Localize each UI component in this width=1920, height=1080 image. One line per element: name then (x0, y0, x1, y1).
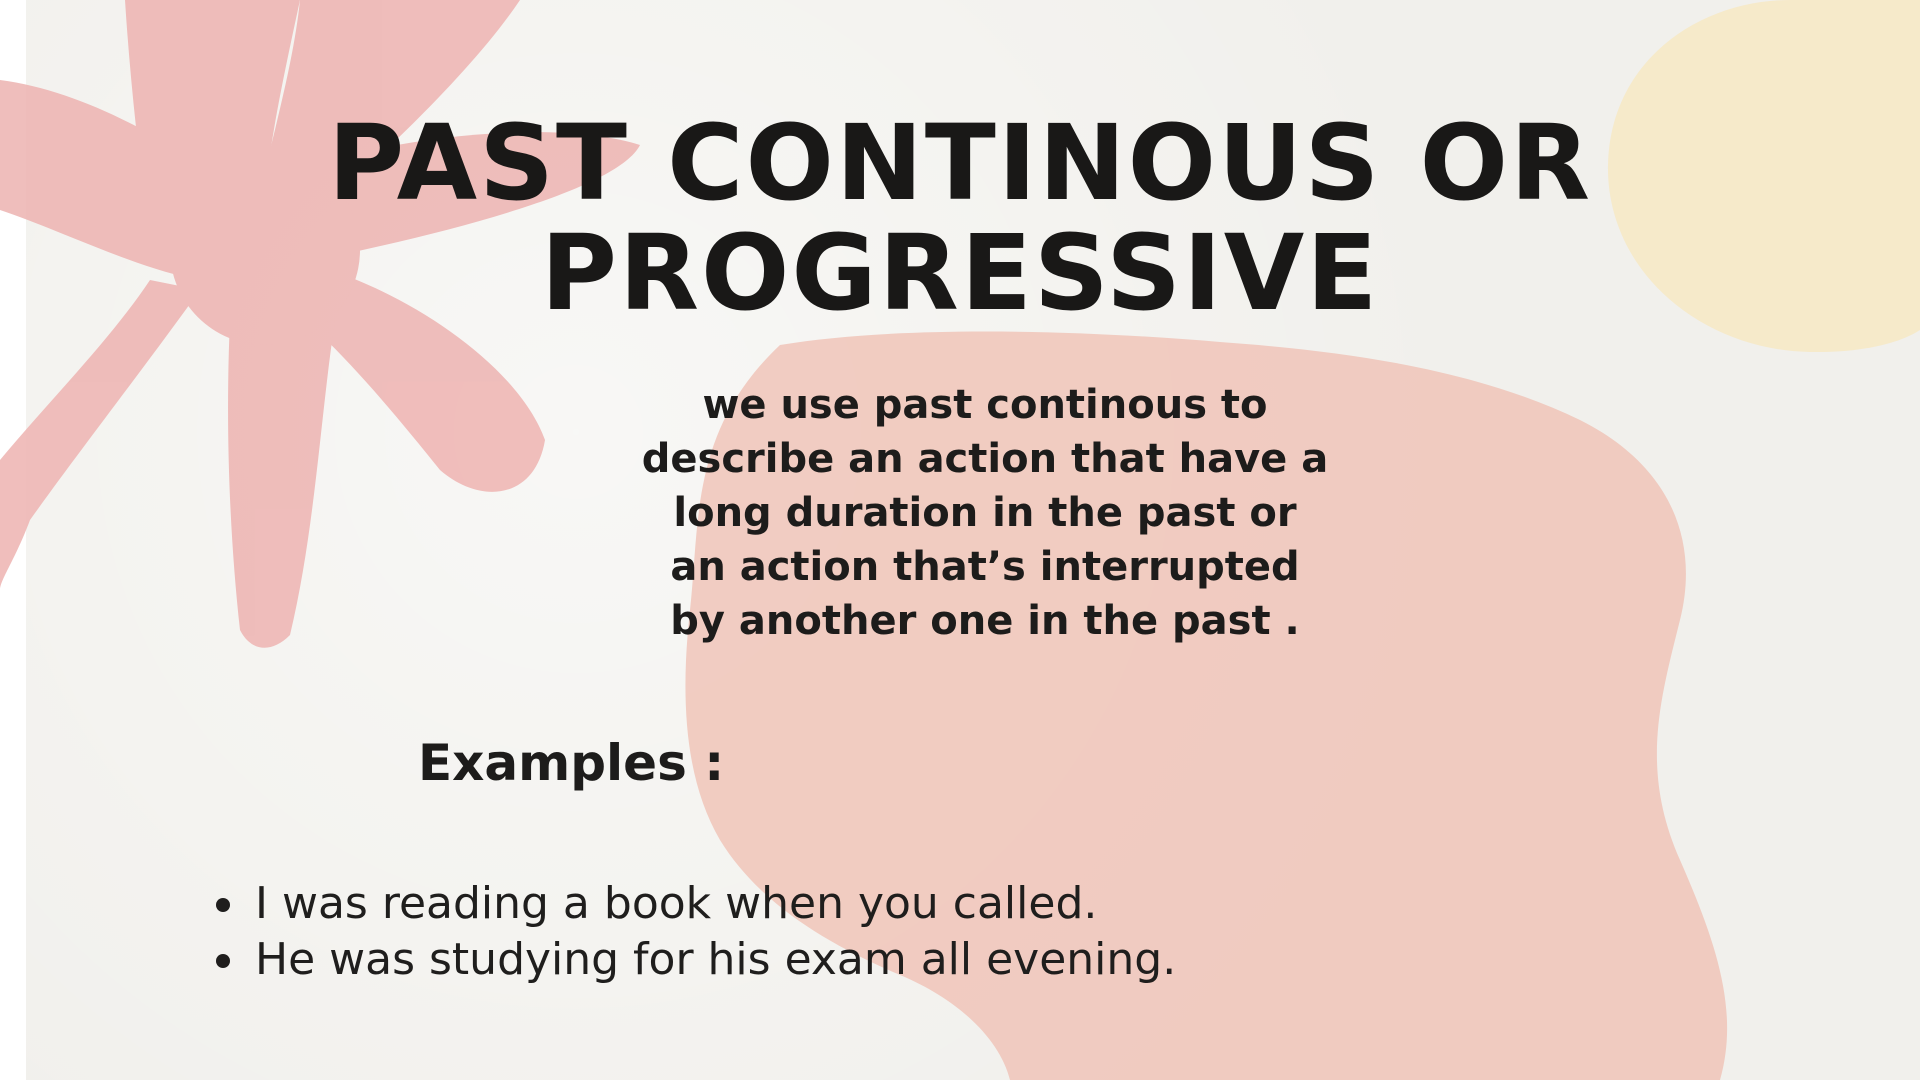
examples-list: I was reading a book when you called. He… (210, 876, 1176, 988)
example-text: He was studying for his exam all evening… (255, 934, 1177, 985)
bullet-icon (216, 898, 230, 912)
definition-text: we use past continous to describe an act… (641, 382, 1329, 644)
bullet-icon (216, 954, 230, 968)
example-item: I was reading a book when you called. (210, 876, 1176, 932)
examples-heading: Examples : (418, 734, 725, 792)
example-item: He was studying for his exam all evening… (210, 932, 1176, 988)
slide-title: PAST CONTINOUS OR PROGRESSIVE (327, 102, 1593, 334)
slide: PAST CONTINOUS OR PROGRESSIVE we use pas… (0, 0, 1920, 1080)
example-text: I was reading a book when you called. (255, 878, 1098, 929)
